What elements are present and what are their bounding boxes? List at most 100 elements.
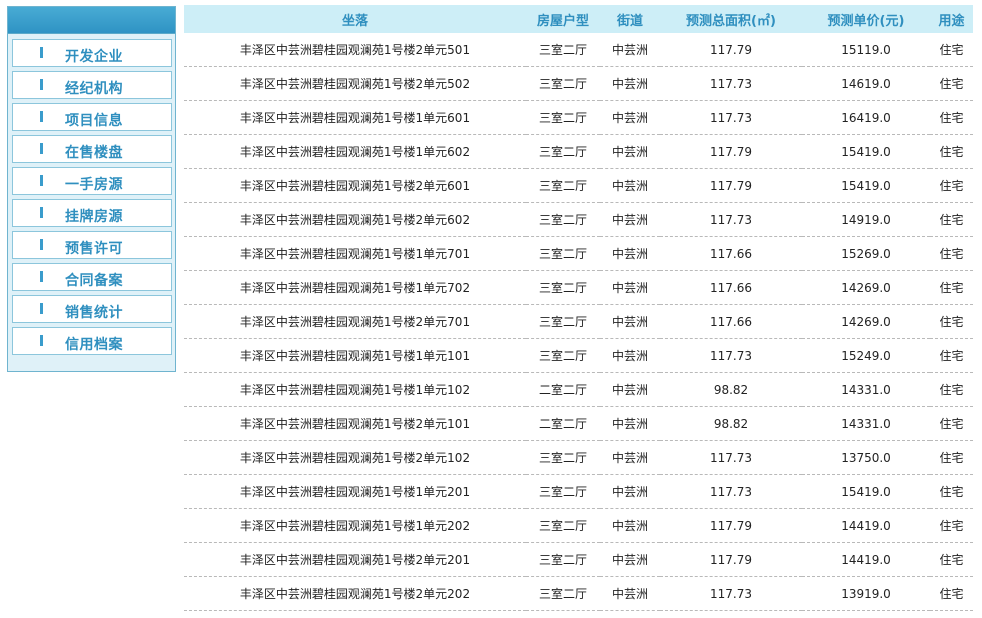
cell-location: 丰泽区中芸洲碧桂园观澜苑1号楼1单元602 — [184, 134, 526, 169]
cell-area: 117.79 — [660, 508, 802, 543]
table-row: 丰泽区中芸洲碧桂园观澜苑1号楼1单元101 三室二厅 中芸洲 117.73 15249.… — [184, 338, 973, 373]
cell-area: 98.82 — [660, 406, 802, 441]
menu-bullet-icon — [40, 303, 43, 314]
cell-location: 丰泽区中芸洲碧桂园观澜苑1号楼1单元102 — [184, 372, 526, 407]
cell-unit-price: 14331.0 — [802, 372, 930, 407]
cell-area: 117.79 — [660, 168, 802, 203]
cell-usage: 住宅 — [930, 236, 973, 271]
cell-layout: 二室二厅 — [526, 372, 600, 407]
cell-street: 中芸洲 — [600, 33, 660, 67]
cell-layout: 三室二厅 — [526, 338, 600, 373]
sidebar-item-label: 挂牌房源 — [65, 209, 123, 225]
table-row: 丰泽区中芸洲碧桂园观澜苑1号楼1单元202 三室二厅 中芸洲 117.79 14419.… — [184, 508, 973, 543]
menu-bullet-icon — [40, 143, 43, 154]
cell-unit-price: 14269.0 — [802, 270, 930, 305]
cell-street: 中芸洲 — [600, 134, 660, 169]
column-header-area: 预测总面积(㎡) — [660, 5, 802, 33]
cell-layout: 三室二厅 — [526, 542, 600, 577]
cell-area: 117.73 — [660, 100, 802, 135]
cell-unit-price: 16419.0 — [802, 100, 930, 135]
cell-usage: 住宅 — [930, 542, 973, 577]
cell-usage: 住宅 — [930, 304, 973, 339]
cell-location: 丰泽区中芸洲碧桂园观澜苑1号楼2单元701 — [184, 304, 526, 339]
cell-location: 丰泽区中芸洲碧桂园观澜苑1号楼2单元201 — [184, 542, 526, 577]
cell-street: 中芸洲 — [600, 304, 660, 339]
cell-area: 117.73 — [660, 66, 802, 101]
table-row: 丰泽区中芸洲碧桂园观澜苑1号楼2单元701 三室二厅 中芸洲 117.66 14269.… — [184, 304, 973, 339]
table-row: 丰泽区中芸洲碧桂园观澜苑1号楼1单元601 三室二厅 中芸洲 117.73 16419.… — [184, 100, 973, 135]
cell-street: 中芸洲 — [600, 372, 660, 407]
cell-location: 丰泽区中芸洲碧桂园观澜苑1号楼2单元202 — [184, 576, 526, 611]
sidebar-item-5[interactable]: 一手房源 — [12, 167, 172, 195]
cell-unit-price: 15119.0 — [802, 33, 930, 67]
cell-usage: 住宅 — [930, 406, 973, 441]
sidebar-item-4[interactable]: 在售楼盘 — [12, 135, 172, 163]
sidebar-item-label: 信用档案 — [65, 337, 123, 353]
cell-unit-price: 13919.0 — [802, 576, 930, 611]
table-row: 丰泽区中芸洲碧桂园观澜苑1号楼2单元202 三室二厅 中芸洲 117.73 13919.… — [184, 576, 973, 611]
cell-unit-price: 14331.0 — [802, 406, 930, 441]
table-row: 丰泽区中芸洲碧桂园观澜苑1号楼2单元102 三室二厅 中芸洲 117.73 13750.… — [184, 440, 973, 475]
menu-bullet-icon — [40, 239, 43, 250]
cell-street: 中芸洲 — [600, 440, 660, 475]
cell-street: 中芸洲 — [600, 338, 660, 373]
table-row: 丰泽区中芸洲碧桂园观澜苑1号楼1单元602 三室二厅 中芸洲 117.79 15419.… — [184, 134, 973, 169]
cell-usage: 住宅 — [930, 372, 973, 407]
cell-location: 丰泽区中芸洲碧桂园观澜苑1号楼2单元502 — [184, 66, 526, 101]
table-row: 丰泽区中芸洲碧桂园观澜苑1号楼1单元701 三室二厅 中芸洲 117.66 15269.… — [184, 236, 973, 271]
menu-bullet-icon — [40, 175, 43, 186]
cell-area: 117.73 — [660, 474, 802, 509]
cell-usage: 住宅 — [930, 100, 973, 135]
sidebar-item-3[interactable]: 项目信息 — [12, 103, 172, 131]
cell-area: 117.79 — [660, 33, 802, 67]
sidebar-item-label: 项目信息 — [65, 113, 123, 129]
sidebar-item-6[interactable]: 挂牌房源 — [12, 199, 172, 227]
column-header-street: 街道 — [600, 5, 660, 33]
cell-location: 丰泽区中芸洲碧桂园观澜苑1号楼1单元201 — [184, 474, 526, 509]
cell-area: 117.66 — [660, 270, 802, 305]
cell-street: 中芸洲 — [600, 270, 660, 305]
cell-street: 中芸洲 — [600, 202, 660, 237]
cell-layout: 三室二厅 — [526, 508, 600, 543]
menu-bullet-icon — [40, 271, 43, 282]
cell-usage: 住宅 — [930, 134, 973, 169]
sidebar-item-label: 合同备案 — [65, 273, 123, 289]
cell-location: 丰泽区中芸洲碧桂园观澜苑1号楼2单元102 — [184, 440, 526, 475]
sidebar-item-9[interactable]: 销售统计 — [12, 295, 172, 323]
table-row: 丰泽区中芸洲碧桂园观澜苑1号楼1单元201 三室二厅 中芸洲 117.73 15419.… — [184, 474, 973, 509]
table-row: 丰泽区中芸洲碧桂园观澜苑1号楼1单元702 三室二厅 中芸洲 117.66 14269.… — [184, 270, 973, 305]
column-header-usage: 用途 — [930, 5, 973, 33]
cell-location: 丰泽区中芸洲碧桂园观澜苑1号楼1单元702 — [184, 270, 526, 305]
sidebar-item-label: 销售统计 — [65, 305, 123, 321]
cell-usage: 住宅 — [930, 576, 973, 611]
sidebar-nav: 开发企业经纪机构项目信息在售楼盘一手房源挂牌房源预售许可合同备案销售统计信用档案 — [7, 6, 176, 372]
menu-bullet-icon — [40, 111, 43, 122]
cell-unit-price: 14419.0 — [802, 542, 930, 577]
cell-location: 丰泽区中芸洲碧桂园观澜苑1号楼2单元101 — [184, 406, 526, 441]
sidebar-item-1[interactable]: 开发企业 — [12, 39, 172, 67]
column-header-layout: 房屋户型 — [526, 5, 600, 33]
menu-bullet-icon — [40, 79, 43, 90]
cell-street: 中芸洲 — [600, 474, 660, 509]
sidebar-item-label: 开发企业 — [65, 49, 123, 65]
menu-bullet-icon — [40, 47, 43, 58]
cell-unit-price: 15419.0 — [802, 168, 930, 203]
sidebar-item-8[interactable]: 合同备案 — [12, 263, 172, 291]
cell-unit-price: 14919.0 — [802, 202, 930, 237]
table-row: 丰泽区中芸洲碧桂园观澜苑1号楼2单元602 三室二厅 中芸洲 117.73 14919.… — [184, 202, 973, 237]
cell-location: 丰泽区中芸洲碧桂园观澜苑1号楼2单元602 — [184, 202, 526, 237]
column-header-location: 坐落 — [184, 5, 526, 33]
sidebar-item-label: 在售楼盘 — [65, 145, 123, 161]
cell-usage: 住宅 — [930, 440, 973, 475]
cell-area: 117.73 — [660, 576, 802, 611]
table-row: 丰泽区中芸洲碧桂园观澜苑1号楼1单元102 二室二厅 中芸洲 98.82 14331.0… — [184, 372, 973, 407]
sidebar-menu: 开发企业经纪机构项目信息在售楼盘一手房源挂牌房源预售许可合同备案销售统计信用档案 — [8, 34, 175, 355]
sidebar-item-7[interactable]: 预售许可 — [12, 231, 172, 259]
cell-layout: 三室二厅 — [526, 100, 600, 135]
cell-location: 丰泽区中芸洲碧桂园观澜苑1号楼1单元701 — [184, 236, 526, 271]
sidebar-item-10[interactable]: 信用档案 — [12, 327, 172, 355]
cell-location: 丰泽区中芸洲碧桂园观澜苑1号楼1单元202 — [184, 508, 526, 543]
listing-table-container: 坐落 房屋户型 街道 预测总面积(㎡) 预测单价(元) 用途 丰泽区中芸洲碧桂园… — [184, 5, 973, 611]
cell-usage: 住宅 — [930, 33, 973, 67]
sidebar-item-2[interactable]: 经纪机构 — [12, 71, 172, 99]
